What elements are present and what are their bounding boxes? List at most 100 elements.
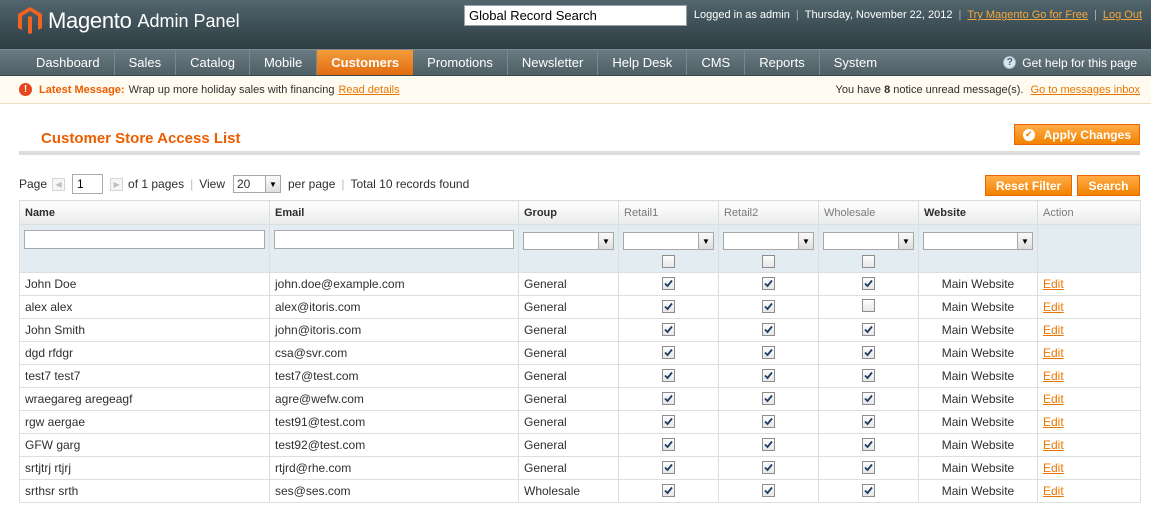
nav-item-cms[interactable]: CMS xyxy=(687,50,746,75)
edit-link[interactable]: Edit xyxy=(1043,346,1064,360)
edit-link[interactable]: Edit xyxy=(1043,438,1064,452)
retail1-checkbox[interactable] xyxy=(662,415,675,428)
global-search-input[interactable] xyxy=(464,5,687,26)
column-header-name[interactable]: Name xyxy=(19,200,270,225)
retail1-filter-select[interactable]: ▼ xyxy=(623,232,714,250)
cell-retail2 xyxy=(718,433,819,457)
edit-link[interactable]: Edit xyxy=(1043,461,1064,475)
table-row[interactable]: GFW garg test92@test.com General Main Websi… xyxy=(19,433,1141,457)
messages-inbox-link[interactable]: Go to messages inbox xyxy=(1031,84,1140,96)
email-filter-input[interactable] xyxy=(274,230,514,249)
column-header-group[interactable]: Group xyxy=(518,200,619,225)
help-link[interactable]: ? Get help for this page xyxy=(1003,50,1137,75)
try-magento-go-link[interactable]: Try Magento Go for Free xyxy=(967,9,1088,21)
table-row[interactable]: John Smith john@itoris.com General Main Web… xyxy=(19,318,1141,342)
retail1-select-all-checkbox[interactable] xyxy=(662,255,675,268)
retail1-checkbox[interactable] xyxy=(662,438,675,451)
column-header-retail1[interactable]: Retail1 xyxy=(618,200,719,225)
nav-item-sales[interactable]: Sales xyxy=(115,50,177,75)
cell-email: test7@test.com xyxy=(269,364,519,388)
retail2-checkbox[interactable] xyxy=(762,438,775,451)
retail2-checkbox[interactable] xyxy=(762,392,775,405)
help-icon: ? xyxy=(1003,56,1017,69)
retail1-checkbox[interactable] xyxy=(662,484,675,497)
wholesale-filter-select[interactable]: ▼ xyxy=(823,232,914,250)
retail1-checkbox[interactable] xyxy=(662,392,675,405)
per-page-select[interactable]: 20 ▼ xyxy=(233,175,281,193)
cell-email: alex@itoris.com xyxy=(269,295,519,319)
nav-item-newsletter[interactable]: Newsletter xyxy=(508,50,599,75)
nav-item-help-desk[interactable]: Help Desk xyxy=(598,50,688,75)
wholesale-checkbox[interactable] xyxy=(862,277,875,290)
retail1-checkbox[interactable] xyxy=(662,277,675,290)
retail2-checkbox[interactable] xyxy=(762,484,775,497)
table-row[interactable]: rgw aergae test91@test.com General Main Web… xyxy=(19,410,1141,434)
table-row[interactable]: test7 test7 test7@test.com General Main Web… xyxy=(19,364,1141,388)
wholesale-checkbox[interactable] xyxy=(862,299,875,312)
edit-link[interactable]: Edit xyxy=(1043,392,1064,406)
table-row[interactable]: dgd rfdgr csa@svr.com General Main Website E… xyxy=(19,341,1141,365)
view-label: View xyxy=(199,177,225,191)
cell-wholesale xyxy=(818,318,919,342)
column-header-action[interactable]: Action xyxy=(1037,200,1141,225)
column-header-website[interactable]: Website xyxy=(918,200,1038,225)
read-details-link[interactable]: Read details xyxy=(338,84,399,96)
column-header-retail2[interactable]: Retail2 xyxy=(718,200,819,225)
nav-item-dashboard[interactable]: Dashboard xyxy=(22,50,115,75)
retail2-checkbox[interactable] xyxy=(762,323,775,336)
edit-link[interactable]: Edit xyxy=(1043,369,1064,383)
logout-link[interactable]: Log Out xyxy=(1103,9,1142,21)
apply-changes-button[interactable]: ✔ Apply Changes xyxy=(1014,124,1140,145)
retail2-checkbox[interactable] xyxy=(762,277,775,290)
page-number-input[interactable] xyxy=(72,174,104,194)
edit-link[interactable]: Edit xyxy=(1043,300,1064,314)
table-row[interactable]: wraegareg aregeagf agre@wefw.com General Ma… xyxy=(19,387,1141,411)
retail2-checkbox[interactable] xyxy=(762,461,775,474)
wholesale-checkbox[interactable] xyxy=(862,461,875,474)
wholesale-checkbox[interactable] xyxy=(862,484,875,497)
nav-item-catalog[interactable]: Catalog xyxy=(176,50,250,75)
group-filter-select[interactable]: ▼ xyxy=(523,232,614,250)
reset-filter-button[interactable]: Reset Filter xyxy=(985,175,1072,196)
retail1-checkbox[interactable] xyxy=(662,300,675,313)
table-row[interactable]: srthsr srth ses@ses.com Wholesale Main Webs… xyxy=(19,479,1141,503)
wholesale-checkbox[interactable] xyxy=(862,346,875,359)
table-row[interactable]: alex alex alex@itoris.com General Main Webs… xyxy=(19,295,1141,319)
edit-link[interactable]: Edit xyxy=(1043,484,1064,498)
wholesale-checkbox[interactable] xyxy=(862,323,875,336)
wholesale-checkbox[interactable] xyxy=(862,438,875,451)
website-filter-select[interactable]: ▼ xyxy=(923,232,1033,250)
edit-link[interactable]: Edit xyxy=(1043,277,1064,291)
table-row[interactable]: srtjtrj rtjrj rtjrd@rhe.com General Main We… xyxy=(19,456,1141,480)
edit-link[interactable]: Edit xyxy=(1043,323,1064,337)
name-filter-input[interactable] xyxy=(24,230,265,249)
nav-item-reports[interactable]: Reports xyxy=(745,50,820,75)
nav-item-customers[interactable]: Customers xyxy=(317,50,414,75)
wholesale-checkbox[interactable] xyxy=(862,392,875,405)
retail2-checkbox[interactable] xyxy=(762,346,775,359)
search-button[interactable]: Search xyxy=(1077,175,1140,196)
nav-item-promotions[interactable]: Promotions xyxy=(413,50,508,75)
next-page-icon[interactable]: ▶ xyxy=(110,177,124,191)
wholesale-checkbox[interactable] xyxy=(862,415,875,428)
prev-page-icon[interactable]: ◀ xyxy=(52,177,66,191)
nav-item-system[interactable]: System xyxy=(820,50,891,75)
nav-item-mobile[interactable]: Mobile xyxy=(250,50,318,75)
wholesale-checkbox[interactable] xyxy=(862,369,875,382)
retail2-checkbox[interactable] xyxy=(762,300,775,313)
magento-logo[interactable]: Magento Admin Panel xyxy=(18,5,240,37)
retail2-filter-select[interactable]: ▼ xyxy=(723,232,814,250)
column-header-email[interactable]: Email xyxy=(269,200,519,225)
retail1-checkbox[interactable] xyxy=(662,369,675,382)
retail1-checkbox[interactable] xyxy=(662,323,675,336)
table-row[interactable]: John Doe john.doe@example.com General Main … xyxy=(19,272,1141,296)
retail1-checkbox[interactable] xyxy=(662,461,675,474)
edit-link[interactable]: Edit xyxy=(1043,415,1064,429)
retail1-checkbox[interactable] xyxy=(662,346,675,359)
retail2-checkbox[interactable] xyxy=(762,415,775,428)
column-header-wholesale[interactable]: Wholesale xyxy=(818,200,919,225)
retail2-select-all-checkbox[interactable] xyxy=(762,255,775,268)
retail2-checkbox[interactable] xyxy=(762,369,775,382)
wholesale-select-all-checkbox[interactable] xyxy=(862,255,875,268)
cell-email: csa@svr.com xyxy=(269,341,519,365)
